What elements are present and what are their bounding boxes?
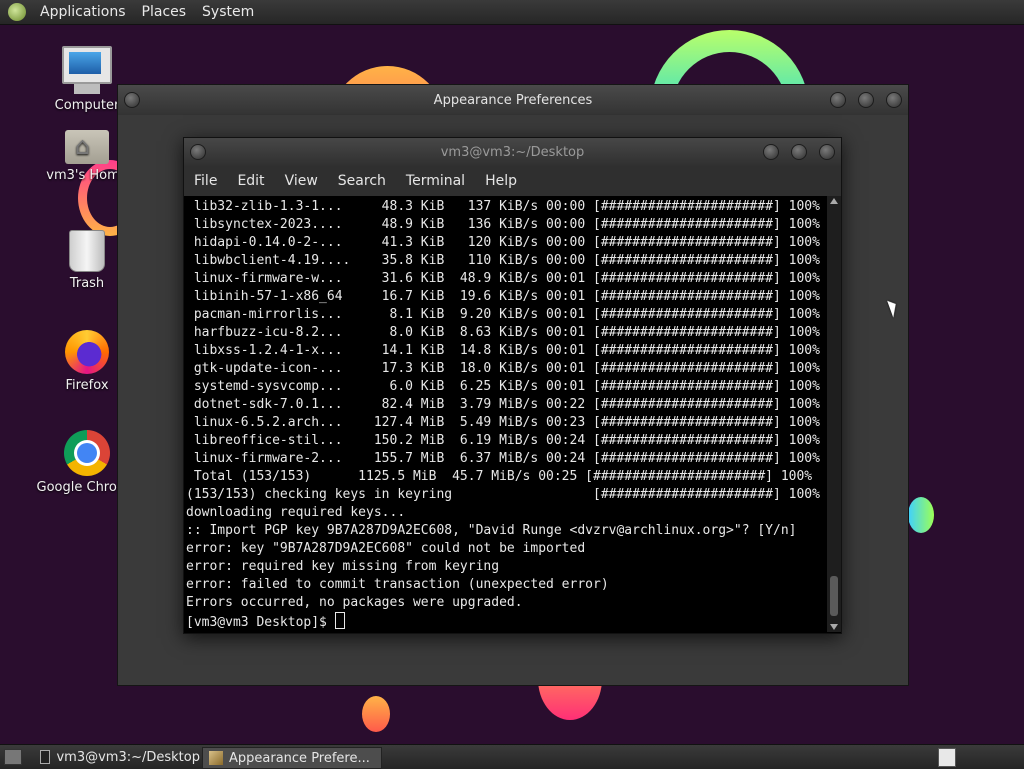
computer-icon bbox=[62, 46, 112, 94]
terminal-line: linux-firmware-w... 31.6 KiB 48.9 KiB/s … bbox=[186, 271, 820, 286]
home-folder-icon bbox=[65, 130, 109, 164]
scroll-down-arrow-icon[interactable] bbox=[830, 624, 838, 630]
text-cursor bbox=[334, 612, 345, 629]
close-button[interactable] bbox=[819, 144, 835, 160]
terminal-scrollbar[interactable] bbox=[827, 196, 841, 632]
desktop-icon-label: Firefox bbox=[65, 378, 109, 393]
desktop-icon-label: Trash bbox=[69, 276, 105, 291]
terminal-line: :: Import PGP key 9B7A287D9A2EC608, "Dav… bbox=[186, 523, 797, 538]
terminal-line: libsynctex-2023.... 48.9 KiB 136 KiB/s 0… bbox=[186, 217, 820, 232]
maximize-button[interactable] bbox=[791, 144, 807, 160]
terminal-line: error: required key missing from keyring bbox=[186, 559, 500, 574]
terminal-line: libreoffice-stil... 150.2 MiB 6.19 MiB/s… bbox=[186, 433, 820, 448]
terminal-line: gtk-update-icon-... 17.3 KiB 18.0 KiB/s … bbox=[186, 361, 820, 376]
terminal-line: harfbuzz-icu-8.2... 8.0 KiB 8.63 KiB/s 0… bbox=[186, 325, 820, 340]
desktop-icon-label: Computer bbox=[54, 98, 120, 113]
window-titlebar[interactable]: Appearance Preferences bbox=[118, 85, 908, 115]
terminal-line: error: key "9B7A287D9A2EC608" could not … bbox=[186, 541, 586, 556]
terminal-icon bbox=[40, 750, 51, 764]
shell-prompt: [vm3@vm3 Desktop]$ bbox=[186, 615, 335, 630]
menu-search[interactable]: Search bbox=[328, 173, 396, 189]
terminal-line: dotnet-sdk-7.0.1... 82.4 MiB 3.79 MiB/s … bbox=[186, 397, 820, 412]
scroll-up-arrow-icon[interactable] bbox=[830, 198, 838, 204]
menu-system[interactable]: System bbox=[194, 4, 262, 20]
terminal-line: Total (153/153) 1125.5 MiB 45.7 MiB/s 00… bbox=[186, 469, 813, 484]
terminal-line: hidapi-0.14.0-2-... 41.3 KiB 120 KiB/s 0… bbox=[186, 235, 820, 250]
terminal-menubar: File Edit View Search Terminal Help bbox=[184, 166, 841, 196]
appearance-icon bbox=[209, 751, 223, 765]
trash-icon bbox=[69, 230, 105, 272]
taskbar-item-label: vm3@vm3:~/Desktop bbox=[56, 749, 200, 765]
terminal-line: (153/153) checking keys in keyring [####… bbox=[186, 487, 820, 502]
menu-places[interactable]: Places bbox=[134, 4, 195, 20]
taskbar-item-terminal[interactable]: vm3@vm3:~/Desktop bbox=[34, 747, 206, 767]
top-panel: Applications Places System bbox=[0, 0, 1024, 25]
wallpaper-blob bbox=[908, 497, 934, 533]
terminal-line: libxss-1.2.4-1-x... 14.1 KiB 14.8 KiB/s … bbox=[186, 343, 820, 358]
workspace-switcher[interactable] bbox=[938, 748, 956, 767]
menu-file[interactable]: File bbox=[184, 173, 227, 189]
minimize-button[interactable] bbox=[763, 144, 779, 160]
window-titlebar[interactable]: vm3@vm3:~/Desktop bbox=[184, 138, 841, 166]
wallpaper-blob bbox=[362, 696, 390, 732]
taskbar-item-appearance[interactable]: Appearance Prefere... bbox=[202, 747, 382, 769]
desktop-icon-label: vm3's Home bbox=[46, 168, 128, 183]
maximize-button[interactable] bbox=[858, 92, 874, 108]
terminal-line: libwbclient-4.19.... 35.8 KiB 110 KiB/s … bbox=[186, 253, 820, 268]
terminal-line: lib32-zlib-1.3-1... 48.3 KiB 137 KiB/s 0… bbox=[186, 199, 820, 214]
window-title: vm3@vm3:~/Desktop bbox=[440, 144, 585, 160]
chrome-icon bbox=[64, 430, 110, 476]
terminal-line: Errors occurred, no packages were upgrad… bbox=[186, 595, 523, 610]
show-desktop-button[interactable] bbox=[4, 749, 22, 765]
minimize-button[interactable] bbox=[830, 92, 846, 108]
window-menu-button[interactable] bbox=[190, 144, 206, 160]
menu-edit[interactable]: Edit bbox=[227, 173, 274, 189]
menu-view[interactable]: View bbox=[275, 173, 328, 189]
scrollbar-thumb[interactable] bbox=[830, 576, 838, 616]
close-button[interactable] bbox=[886, 92, 902, 108]
menu-applications[interactable]: Applications bbox=[32, 4, 134, 20]
mate-logo-icon[interactable] bbox=[8, 3, 26, 21]
firefox-icon bbox=[65, 330, 109, 374]
terminal-line: linux-firmware-2... 155.7 MiB 6.37 MiB/s… bbox=[186, 451, 820, 466]
terminal-line: downloading required keys... bbox=[186, 505, 406, 520]
terminal-output[interactable]: lib32-zlib-1.3-1... 48.3 KiB 137 KiB/s 0… bbox=[184, 196, 828, 634]
menu-terminal[interactable]: Terminal bbox=[396, 173, 475, 189]
window-title: Appearance Preferences bbox=[433, 92, 593, 108]
terminal-prompt-line[interactable]: [vm3@vm3 Desktop]$ bbox=[186, 612, 828, 632]
terminal-line: libinih-57-1-x86_64 16.7 KiB 19.6 KiB/s … bbox=[186, 289, 820, 304]
terminal-window: vm3@vm3:~/Desktop File Edit View Search … bbox=[183, 137, 842, 634]
terminal-line: error: failed to commit transaction (une… bbox=[186, 577, 609, 592]
bottom-taskbar: vm3@vm3:~/Desktop Appearance Prefere... bbox=[0, 744, 1024, 769]
window-menu-button[interactable] bbox=[124, 92, 140, 108]
terminal-line: linux-6.5.2.arch... 127.4 MiB 5.49 MiB/s… bbox=[186, 415, 820, 430]
taskbar-item-label: Appearance Prefere... bbox=[229, 750, 370, 766]
terminal-line: pacman-mirrorlis... 8.1 KiB 9.20 KiB/s 0… bbox=[186, 307, 820, 322]
menu-help[interactable]: Help bbox=[475, 173, 527, 189]
terminal-line: systemd-sysvcomp... 6.0 KiB 6.25 KiB/s 0… bbox=[186, 379, 820, 394]
